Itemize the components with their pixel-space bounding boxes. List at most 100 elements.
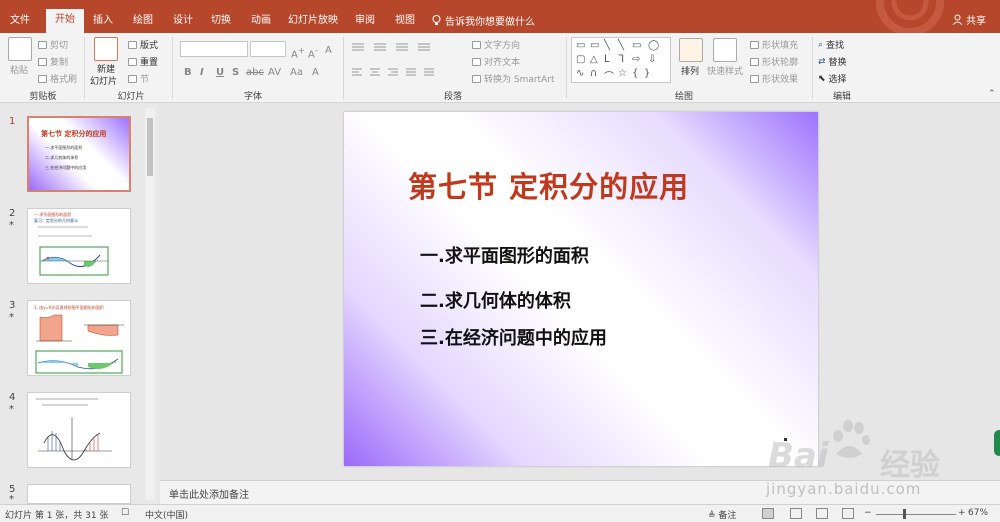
notes-toggle-button[interactable]: ≜ 备注 xyxy=(708,508,736,521)
connector-shape-icon[interactable]: ᒪ xyxy=(604,54,610,65)
align-buttons-icons[interactable] xyxy=(350,67,465,79)
list-buttons-icons[interactable] xyxy=(350,41,440,53)
slide-title[interactable]: 第七节 定积分的应用 xyxy=(408,164,689,206)
side-floating-button[interactable] xyxy=(994,430,1000,456)
arrow-right-shape-icon[interactable]: ⇨ xyxy=(632,54,640,65)
underline-button[interactable]: U xyxy=(216,67,224,78)
thumbnail-slide-3[interactable]: 1. 由y=f(x)及直线所围平面图形的面积 xyxy=(27,300,131,376)
new-slide-icon[interactable] xyxy=(94,37,118,61)
thumbnail-slide-2[interactable]: 一.求平面图形的面积 复习：定积分的几何意义 xyxy=(27,208,131,284)
tell-me-search[interactable]: 告诉我你想要做什么 xyxy=(432,13,535,28)
slide-bullet-2[interactable]: 二.求几何体的体积 xyxy=(420,287,571,313)
bold-button[interactable]: B xyxy=(184,67,192,78)
notes-placeholder[interactable]: 单击此处添加备注 xyxy=(169,486,249,501)
align-text-button[interactable]: 对齐文本 xyxy=(472,55,520,68)
section-button[interactable]: 节 xyxy=(128,72,149,85)
tab-file[interactable]: 文件 xyxy=(0,11,40,33)
elbow-shape-icon[interactable]: ᒣ xyxy=(618,54,624,65)
change-case-button[interactable]: Aa xyxy=(290,67,303,78)
reset-button[interactable]: 重置 xyxy=(128,55,158,68)
slide-bullet-3[interactable]: 三.在经济问题中的应用 xyxy=(420,324,607,350)
language-indicator[interactable]: 中文(中国) xyxy=(145,508,188,521)
font-color-button[interactable]: A xyxy=(312,67,319,78)
select-button[interactable]: ⬉ 选择 xyxy=(818,72,847,86)
tab-insert[interactable]: 插入 xyxy=(86,11,120,33)
font-size-combo[interactable] xyxy=(250,41,286,57)
share-label: 共享 xyxy=(966,15,986,27)
zoom-out-button[interactable]: − xyxy=(864,508,872,518)
shape-effects-button[interactable]: 形状效果 xyxy=(750,72,798,85)
arrange-icon[interactable] xyxy=(679,38,703,62)
strikethrough-button[interactable]: abc xyxy=(246,67,264,78)
thumbnail-scrollbar[interactable] xyxy=(145,108,155,500)
zoom-slider-track[interactable] xyxy=(876,514,956,515)
thumbnail-slide-5[interactable] xyxy=(27,484,131,504)
grow-font-icon[interactable]: A+ xyxy=(291,45,305,60)
layout-icon xyxy=(128,40,137,49)
thumbnail-slide-4[interactable] xyxy=(27,392,131,468)
slideshow-view-button[interactable] xyxy=(842,508,854,519)
zoom-slider-thumb[interactable] xyxy=(903,509,906,519)
shrink-font-icon[interactable]: A- xyxy=(308,45,318,60)
tab-animations[interactable]: 动画 xyxy=(244,11,278,33)
brace-left-shape-icon[interactable]: { xyxy=(632,68,638,79)
arrange-button[interactable]: 排列 xyxy=(681,64,699,77)
cut-button[interactable]: 剪切 xyxy=(38,38,68,51)
zoom-level[interactable]: 67% xyxy=(968,508,988,518)
paste-icon[interactable] xyxy=(8,37,32,61)
shapes-gallery[interactable]: ▭ ▭ ╲ ╲ ▭ ◯ ▢ △ ᒪ ᒣ ⇨ ⇩ ∿ ∩ ⌒ ☆ { } xyxy=(571,37,671,83)
char-spacing-button[interactable]: AV xyxy=(268,67,281,78)
italic-button[interactable]: I xyxy=(200,67,204,78)
scrollbar-thumb[interactable] xyxy=(147,118,153,176)
layout-button[interactable]: 版式 xyxy=(128,38,158,51)
normal-view-button[interactable] xyxy=(762,508,774,519)
collapse-ribbon-icon[interactable]: ⌃ xyxy=(988,89,996,99)
current-slide[interactable]: 第七节 定积分的应用 一.求平面图形的面积 二.求几何体的体积 三.在经济问题中… xyxy=(344,112,818,466)
zoom-in-button[interactable]: + xyxy=(958,508,966,518)
curve-shape-icon[interactable]: ∿ xyxy=(576,68,584,79)
quick-styles-button[interactable]: 快速样式 xyxy=(707,64,743,77)
baidu-jingyan-watermark: Bai 经验 jingyan.baidu.com xyxy=(762,416,1000,506)
tab-view[interactable]: 视图 xyxy=(388,11,422,33)
tab-slideshow[interactable]: 幻灯片放映 xyxy=(284,11,342,33)
clear-format-icon[interactable]: A xyxy=(325,45,332,56)
line-shape-icon[interactable]: ╲ xyxy=(604,40,610,51)
shape-fill-button[interactable]: 形状填充 xyxy=(750,38,798,51)
slide-bullet-1[interactable]: 一.求平面图形的面积 xyxy=(420,242,589,268)
new-slide-button-label2[interactable]: 幻灯片 xyxy=(90,74,117,87)
rounded-rect-shape-icon[interactable]: ▢ xyxy=(576,54,585,65)
oval-shape-icon[interactable]: ◯ xyxy=(648,40,659,51)
text-direction-button[interactable]: 文字方向 xyxy=(472,38,520,51)
tab-review[interactable]: 审阅 xyxy=(348,11,382,33)
textbox-shape-icon[interactable]: ▭ xyxy=(576,40,585,51)
copy-button[interactable]: 复制 xyxy=(38,55,68,68)
font-name-combo[interactable] xyxy=(180,41,248,57)
reading-view-button[interactable] xyxy=(816,508,828,519)
share-button[interactable]: 共享 xyxy=(952,8,998,30)
tab-design[interactable]: 设计 xyxy=(166,11,200,33)
brace-right-shape-icon[interactable]: } xyxy=(644,68,650,79)
slide-sorter-view-button[interactable] xyxy=(790,508,802,519)
tab-transitions[interactable]: 切换 xyxy=(204,11,238,33)
replace-button[interactable]: ⇄ 替换 xyxy=(818,55,847,69)
smartart-button[interactable]: 转换为 SmartArt xyxy=(472,72,554,85)
editing-group-label: 编辑 xyxy=(832,92,851,102)
find-button[interactable]: ⌕ 查找 xyxy=(818,38,844,52)
arrow-down-shape-icon[interactable]: ⇩ xyxy=(648,54,656,65)
brace-shape-icon[interactable]: ∩ xyxy=(590,68,597,79)
paste-button[interactable]: 粘贴 xyxy=(10,63,28,76)
arc-shape-icon[interactable]: ⌒ xyxy=(604,68,614,83)
tab-draw[interactable]: 绘图 xyxy=(126,11,160,33)
line2-shape-icon[interactable]: ╲ xyxy=(618,40,624,51)
format-painter-button[interactable]: 格式刷 xyxy=(38,72,77,85)
spellcheck-icon[interactable]: ☐ xyxy=(121,508,129,518)
thumbnail-slide-1[interactable]: 第七节 定积分的应用 一.求平面图形的面积 二.求几何体的体积 三.在经济问题中… xyxy=(27,116,131,192)
triangle-shape-icon[interactable]: △ xyxy=(590,54,598,65)
vertical-textbox-shape-icon[interactable]: ▭ xyxy=(590,40,599,51)
tab-home[interactable]: 开始 xyxy=(46,9,84,33)
quick-styles-icon[interactable] xyxy=(713,38,737,62)
shape-outline-button[interactable]: 形状轮廓 xyxy=(750,55,798,68)
star-shape-icon[interactable]: ☆ xyxy=(618,68,627,79)
rectangle-shape-icon[interactable]: ▭ xyxy=(632,40,641,51)
shadow-button[interactable]: S xyxy=(232,67,239,78)
